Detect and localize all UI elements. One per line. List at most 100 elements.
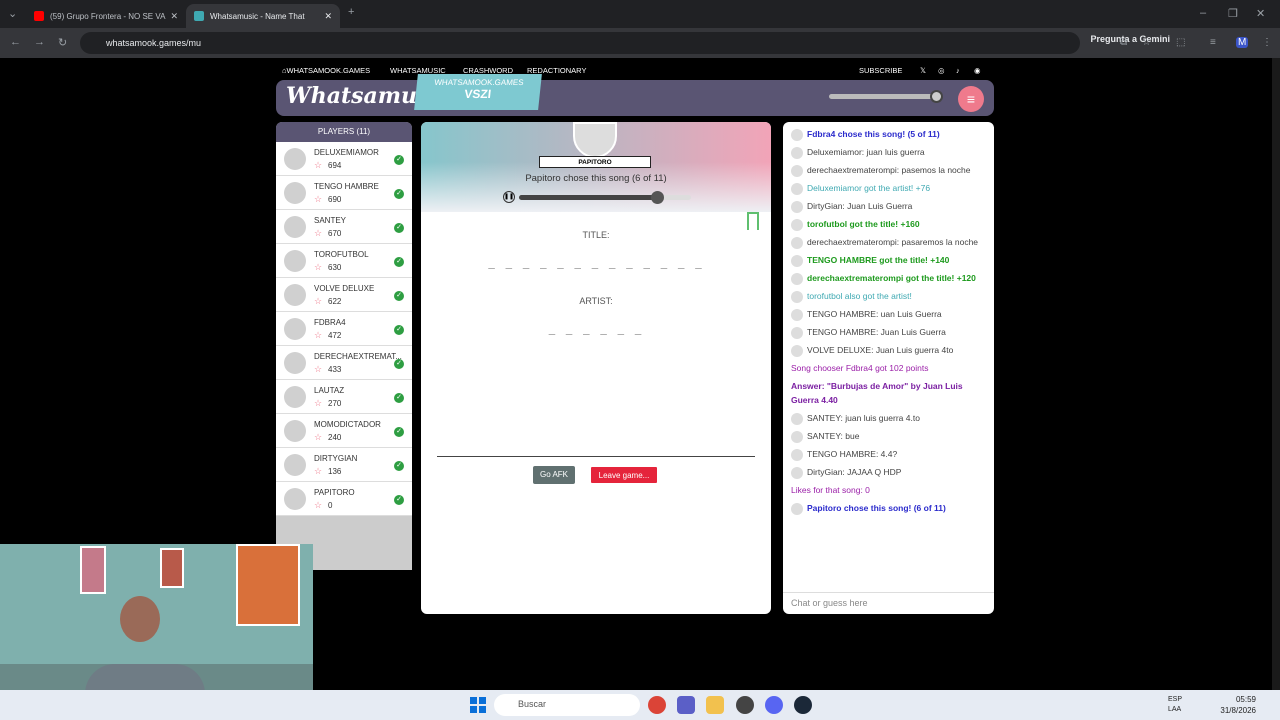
whatsamusic-icon [194,11,204,21]
player-score: 0 [328,501,333,510]
chat-message-text: Likes for that song: 0 [791,485,870,495]
divider [437,456,755,457]
player-row[interactable]: FDBRA4 ☆ 472 ✓ [276,312,412,346]
tab-search-icon[interactable]: ⌄ [8,7,17,20]
avatar [791,430,803,443]
page-scrollbar[interactable] [1272,58,1280,690]
profile-icon[interactable]: M [1236,37,1249,48]
player-score: 622 [328,297,342,306]
chat-message: Deluxemiamor got the artist! +76 [791,179,988,197]
go-afk-button[interactable]: Go AFK [533,466,575,484]
new-tab-button[interactable]: + [348,6,354,18]
chat-message-text: Song chooser Fdbra4 got 102 points [791,363,929,373]
reading-list-icon[interactable]: ≡ [1210,37,1216,48]
player-score: 670 [328,229,342,238]
star-icon[interactable]: ☆ [1142,37,1151,48]
language-indicator[interactable]: ESP LAA [1168,695,1182,715]
volume-slider[interactable] [829,90,943,103]
reload-icon[interactable]: ↻ [58,36,67,49]
chat-message-text: VOLVE DELUXE: Juan Luis guerra 4to [807,345,954,355]
player-row[interactable]: LAUTAZ ☆ 270 ✓ [276,380,412,414]
artist-label: ARTIST: [579,296,613,306]
chat-message: TENGO HAMBRE: 4.4? [791,445,988,463]
check-icon: ✓ [394,427,404,437]
player-row[interactable]: TENGO HAMBRE ☆ 690 ✓ [276,176,412,210]
avatar [791,326,803,339]
taskbar-clock[interactable]: 05:59 31/8/2026 [1220,694,1256,716]
maximize-icon[interactable]: ❐ [1228,7,1238,20]
close-icon[interactable]: ✕ [170,11,178,22]
player-name: TENGO HAMBRE [314,182,379,191]
song-progress-knob[interactable] [650,191,664,204]
chat-message: Deluxemiamor: juan luis guerra [791,143,988,161]
teams-icon[interactable] [677,696,695,714]
player-row[interactable]: SANTEY ☆ 670 ✓ [276,210,412,244]
chat-message: DirtyGian: Juan Luis Guerra [791,197,988,215]
check-icon: ✓ [394,393,404,403]
minimize-icon[interactable]: – [1200,7,1206,19]
player-row[interactable]: PAPITORO ☆ 0 ✓ [276,482,412,516]
avatar [791,200,803,213]
game-header: Whatsamusic WHATSAMOOK.GAMES VSZI ≡ [276,74,994,116]
app-icon[interactable] [736,696,754,714]
close-icon[interactable]: ✕ [324,11,332,22]
avatar [284,454,306,476]
avatar [284,250,306,272]
translate-icon[interactable]: ⧉ [1120,37,1127,48]
player-score: 270 [328,399,342,408]
chat-message: Likes for that song: 0 [791,481,988,499]
player-name: LAUTAZ [314,386,345,395]
chat-message: Song chooser Fdbra4 got 102 points [791,359,988,377]
avatar [284,488,306,510]
chat-message: DirtyGian: JAJAA Q HDP [791,463,988,481]
chat-message-text: Papitoro chose this song! (6 of 11) [807,503,946,513]
player-row[interactable]: DELUXEMIAMOR ☆ 694 ✓ [276,142,412,176]
discord-icon[interactable]: ◉ [974,66,981,75]
player-row[interactable]: MOMODICTADOR ☆ 240 ✓ [276,414,412,448]
leave-game-button[interactable]: Leave game... [590,466,658,484]
chat-input[interactable]: Chat or guess here [783,592,994,614]
window-close-icon[interactable]: ✕ [1256,7,1265,20]
file-explorer-icon[interactable] [706,696,724,714]
hamburger-menu-icon[interactable]: ≡ [958,86,984,112]
artist-blanks: _ _ _ _ _ _ [548,322,644,335]
player-row[interactable]: TOROFUTBOL ☆ 630 ✓ [276,244,412,278]
star-icon: ☆ [314,466,323,476]
player-name: DELUXEMIAMOR [314,148,379,157]
twitter-icon[interactable]: 𝕏 [920,66,926,75]
avatar [284,420,306,442]
check-icon: ✓ [394,291,404,301]
windows-start-icon[interactable] [470,697,486,713]
tab-whatsamusic[interactable]: Whatsamusic - Name That ✕ [186,4,340,28]
bookmark-icon[interactable] [747,212,759,230]
back-icon[interactable]: ← [10,36,21,48]
pause-icon[interactable]: ❚❚ [503,191,515,203]
forward-icon[interactable]: → [34,36,45,48]
steam-icon[interactable] [794,696,812,714]
volume-knob[interactable] [930,90,943,103]
instagram-icon[interactable]: ◎ [938,66,945,75]
home-link[interactable]: ⌂ WHATSAMOOK.GAMES [282,66,370,75]
extensions-icon[interactable]: ⬚ [1176,37,1185,48]
tab-youtube[interactable]: (59) Grupo Frontera - NO SE VA ✕ [26,4,186,28]
discord-taskbar-icon[interactable] [765,696,783,714]
chat-message: SANTEY: juan luis guerra 4.to [791,409,988,427]
tiktok-icon[interactable]: ♪ [956,66,960,75]
gemini-button[interactable]: Pregunta a Gemini [1090,34,1170,44]
address-bar[interactable]: whatsamook.games/mu [80,32,1080,54]
player-row[interactable]: VOLVE DELUXE ☆ 622 ✓ [276,278,412,312]
room-badge: WHATSAMOOK.GAMES VSZI [414,74,542,110]
clock-date: 31/8/2026 [1220,706,1256,715]
player-row[interactable]: DERECHAEXTREMAT... ☆ 433 ✓ [276,346,412,380]
chat-message-text: derechaextrematerompi got the title! +12… [807,273,976,283]
check-icon: ✓ [394,223,404,233]
chat-log[interactable]: Fdbra4 chose this song! (5 of 11) Deluxem… [783,122,994,584]
menu-dots-icon[interactable]: ⋮ [1262,37,1272,48]
chrome-icon[interactable] [648,696,666,714]
nav-subscribe[interactable]: SUBSCRIBE [859,66,902,75]
player-score: 433 [328,365,342,374]
song-progress[interactable] [519,191,691,204]
taskbar-search[interactable]: Buscar [494,694,640,716]
player-row[interactable]: DIRTYGIAN ☆ 136 ✓ [276,448,412,482]
tab-label: Whatsamusic - Name That [210,11,305,21]
